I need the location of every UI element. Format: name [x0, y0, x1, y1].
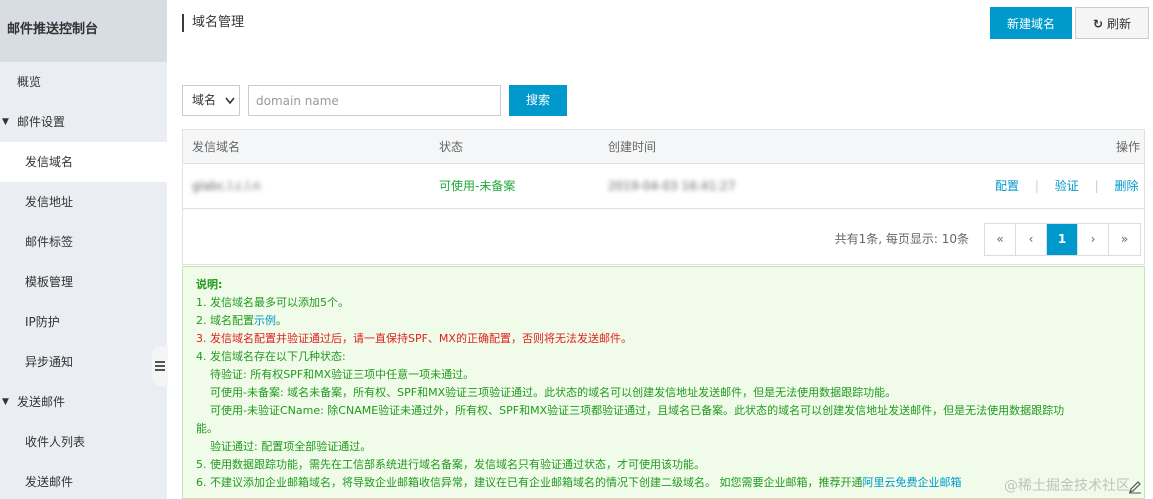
- chevron-down-icon: [225, 86, 235, 127]
- notice-line-5: 5. 使用数据跟踪功能，需先在工信部系统进行域名备案，发信域名只有验证通过状态，…: [196, 458, 705, 471]
- search-field-value: 域名: [192, 93, 217, 107]
- notice-status-no-cname-wrap: 能。: [196, 422, 218, 435]
- free-enterprise-mail-link[interactable]: 阿里云免费企业邮箱: [862, 476, 961, 489]
- sidebar-item-overview[interactable]: 概览: [0, 62, 167, 102]
- edit-pencil-icon[interactable]: [1128, 480, 1142, 494]
- sidebar-item-label: 异步通知: [25, 355, 74, 369]
- page-1-button[interactable]: 1: [1047, 224, 1078, 255]
- row-actions: 配置 | 验证 | 删除: [995, 164, 1140, 209]
- notice-line-6: 6. 不建议添加企业邮箱域名，将导致企业邮箱收信异常，建议在已有企业邮箱域名的情…: [196, 474, 1144, 492]
- console-title: 邮件推送控制台: [0, 0, 167, 62]
- watermark: @稀土掘金技术社区: [1004, 478, 1130, 494]
- search-button[interactable]: 搜索: [509, 85, 567, 116]
- sidebar-item-label: 发送邮件: [17, 395, 66, 409]
- cell-domain: glabc.l.c.l.n: [192, 179, 261, 193]
- action-separator: |: [1034, 179, 1039, 193]
- notice-status-unfiled: 可使用-未备案: 域名未备案，所有权、SPF和MX验证三项验证通过。此状态的域名…: [210, 386, 897, 399]
- menu-collapse-icon[interactable]: [152, 346, 168, 386]
- sidebar-item-label: 收件人列表: [25, 435, 86, 449]
- column-header-actions: 操作: [1115, 140, 1140, 154]
- sidebar-item-sender-domains[interactable]: 发信域名: [0, 142, 167, 182]
- cell-created-time: 2019-04-03 16:41:27: [608, 179, 736, 193]
- notice-line-1: 1. 发信域名最多可以添加5个。: [196, 296, 349, 309]
- notice-line-4: 4. 发信域名存在以下几种状态:: [196, 350, 346, 363]
- sidebar-item-label: IP防护: [25, 315, 60, 329]
- table-row: glabc.l.c.l.n 可使用-未备案 2019-04-03 16:41:2…: [183, 164, 1144, 209]
- sidebar-group-mail-settings[interactable]: ▼ 邮件设置: [0, 102, 167, 142]
- pagination-summary: 共有1条, 每页显示: 10条: [834, 232, 969, 246]
- sidebar-item-label: 邮件设置: [17, 115, 66, 129]
- sidebar-item-mail-tags[interactable]: 邮件标签: [0, 222, 167, 262]
- notice-line-2: 2. 域名配置示例。: [196, 312, 1144, 330]
- notice-text: 6. 不建议添加企业邮箱域名，将导致企业邮箱收信异常，建议在已有企业邮箱域名的情…: [196, 476, 863, 489]
- refresh-label: 刷新: [1106, 17, 1131, 31]
- sidebar: 邮件推送控制台 概览 ▼ 邮件设置 发信域名 发信地址 邮件标签 模板管理 IP…: [0, 0, 167, 499]
- refresh-button[interactable]: ↻ 刷新: [1075, 7, 1149, 39]
- sidebar-item-templates[interactable]: 模板管理: [0, 262, 167, 302]
- refresh-icon: ↻: [1093, 17, 1104, 31]
- sidebar-item-send-mail[interactable]: 发送邮件: [0, 462, 167, 499]
- example-link[interactable]: 示例: [254, 314, 276, 327]
- new-domain-button[interactable]: 新建域名: [990, 7, 1072, 39]
- caret-down-icon: ▼: [2, 397, 9, 407]
- pagination: « ‹ 1 › »: [984, 223, 1141, 256]
- sidebar-item-sender-addresses[interactable]: 发信地址: [0, 182, 167, 222]
- caret-down-icon: ▼: [2, 117, 9, 127]
- page-title: 域名管理: [182, 14, 244, 32]
- sidebar-item-label: 发信地址: [25, 195, 74, 209]
- column-header-created: 创建时间: [608, 140, 657, 154]
- prev-page-button[interactable]: ‹: [1016, 224, 1047, 255]
- sidebar-item-recipient-lists[interactable]: 收件人列表: [0, 422, 167, 462]
- sidebar-item-ip-protection[interactable]: IP防护: [0, 302, 167, 342]
- column-header-domain: 发信域名: [192, 140, 241, 154]
- delete-link[interactable]: 删除: [1114, 179, 1138, 193]
- notice-status-no-cname: 可使用-未验证CName: 除CNAME验证未通过外，所有权、SPF和MX验证三…: [210, 404, 1065, 417]
- notice-status-verified: 验证通过: 配置项全部验证通过。: [210, 440, 372, 453]
- domain-table: 发信域名 状态 创建时间 操作 glabc.l.c.l.n 可使用-未备案 20…: [182, 129, 1145, 265]
- table-header: 发信域名 状态 创建时间 操作: [183, 130, 1144, 164]
- info-notice: 说明: 1. 发信域名最多可以添加5个。 2. 域名配置示例。 3. 发信域名配…: [182, 266, 1145, 499]
- sidebar-item-async-notify[interactable]: 异步通知: [0, 342, 167, 382]
- notice-text: 。: [276, 314, 287, 327]
- notice-line-3: 3. 发信域名配置并验证通过后，请一直保持SPF、MX的正确配置，否则将无法发送…: [196, 332, 632, 345]
- notice-text: 2. 域名配置: [196, 314, 254, 327]
- search-input[interactable]: [248, 85, 501, 116]
- sidebar-group-send-mail[interactable]: ▼ 发送邮件: [0, 382, 167, 422]
- last-page-button[interactable]: »: [1109, 224, 1140, 255]
- notice-status-pending: 待验证: 所有权SPF和MX验证三项中任意一项未通过。: [210, 368, 475, 381]
- sidebar-item-label: 发送邮件: [25, 475, 74, 489]
- sidebar-item-label: 概览: [17, 75, 42, 89]
- status-badge: 可使用-未备案: [439, 179, 516, 193]
- next-page-button[interactable]: ›: [1078, 224, 1109, 255]
- column-header-status: 状态: [439, 140, 464, 154]
- first-page-button[interactable]: «: [985, 224, 1016, 255]
- notice-title: 说明:: [196, 278, 223, 291]
- verify-link[interactable]: 验证: [1055, 179, 1079, 193]
- configure-link[interactable]: 配置: [995, 179, 1019, 193]
- sidebar-item-label: 发信域名: [25, 155, 74, 169]
- action-separator: |: [1094, 179, 1099, 193]
- search-field-select[interactable]: 域名: [182, 85, 240, 116]
- sidebar-item-label: 邮件标签: [25, 235, 74, 249]
- sidebar-item-label: 模板管理: [25, 275, 74, 289]
